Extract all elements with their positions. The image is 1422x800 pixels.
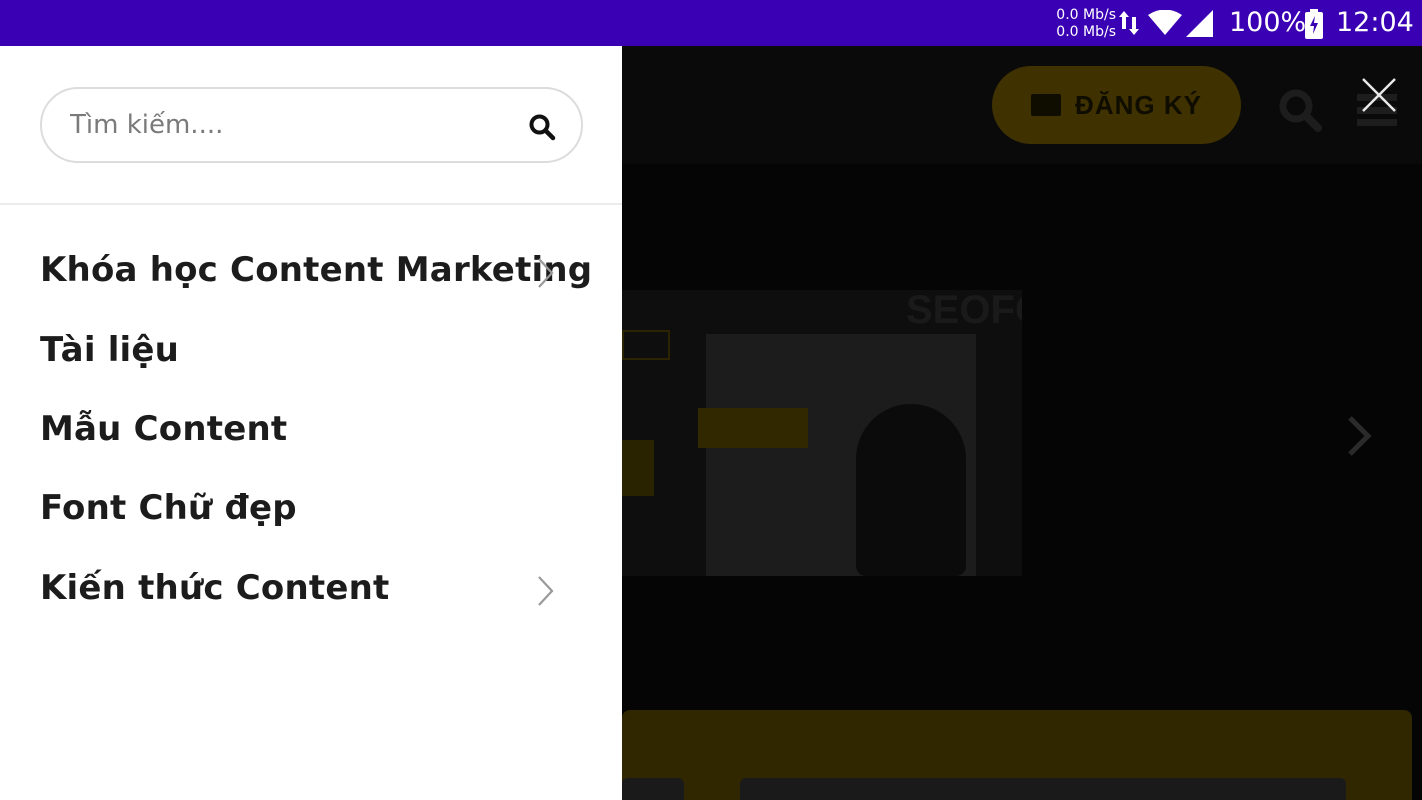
network-speed: 0.0 Mb/s 0.0 Mb/s — [1050, 7, 1116, 41]
menu-item-label: Kiến thức Content — [40, 568, 390, 608]
hero-banner: SEOFOU — [622, 290, 1022, 576]
wifi-icon — [1148, 10, 1182, 35]
menu-item-content-marketing-course[interactable]: Khóa học Content Marketing — [40, 244, 600, 300]
search-icon — [1279, 89, 1322, 132]
network-speed-down: 0.0 Mb/s — [1056, 24, 1116, 40]
banner-vertical-text: SEOFOU — [906, 290, 1022, 332]
content-card — [740, 778, 1346, 800]
menu-item-fonts[interactable]: Font Chữ đẹp — [40, 482, 600, 538]
banner-strip — [622, 330, 670, 360]
content-card — [622, 778, 684, 800]
clock: 12:04 — [1336, 7, 1414, 38]
status-bar: 0.0 Mb/s 0.0 Mb/s 100% 12:04 — [0, 0, 1422, 46]
menu-item-label: Font Chữ đẹp — [40, 488, 297, 528]
search-icon[interactable] — [528, 113, 556, 141]
menu-item-content-knowledge[interactable]: Kiến thức Content — [40, 562, 600, 618]
network-speed-up: 0.0 Mb/s — [1056, 7, 1116, 23]
signup-label: ĐĂNG KÝ — [1075, 89, 1202, 120]
mail-icon — [1031, 94, 1062, 116]
close-icon[interactable] — [1360, 76, 1398, 114]
battery-charging-icon — [1305, 9, 1323, 39]
signal-icon — [1186, 10, 1213, 37]
menu-item-label: Tài liệu — [40, 330, 180, 370]
nav-drawer: Khóa học Content Marketing Tài liệu Mẫu … — [0, 46, 622, 800]
menu-item-label: Mẫu Content — [40, 409, 288, 449]
divider — [0, 203, 622, 205]
signup-button: ĐĂNG KÝ — [992, 66, 1241, 144]
menu-item-documents[interactable]: Tài liệu — [40, 324, 600, 380]
chevron-right-icon[interactable] — [536, 574, 556, 608]
chevron-right-icon — [1348, 416, 1372, 456]
menu-item-content-templates[interactable]: Mẫu Content — [40, 403, 600, 459]
search-box — [40, 87, 583, 163]
banner-heading — [622, 440, 654, 496]
banner-info-box — [698, 408, 808, 448]
search-input[interactable] — [70, 103, 500, 147]
chevron-right-icon[interactable] — [536, 256, 556, 290]
data-arrows-icon — [1119, 11, 1139, 35]
battery-percent: 100% — [1229, 7, 1307, 38]
menu-item-label: Khóa học Content Marketing — [40, 250, 593, 290]
